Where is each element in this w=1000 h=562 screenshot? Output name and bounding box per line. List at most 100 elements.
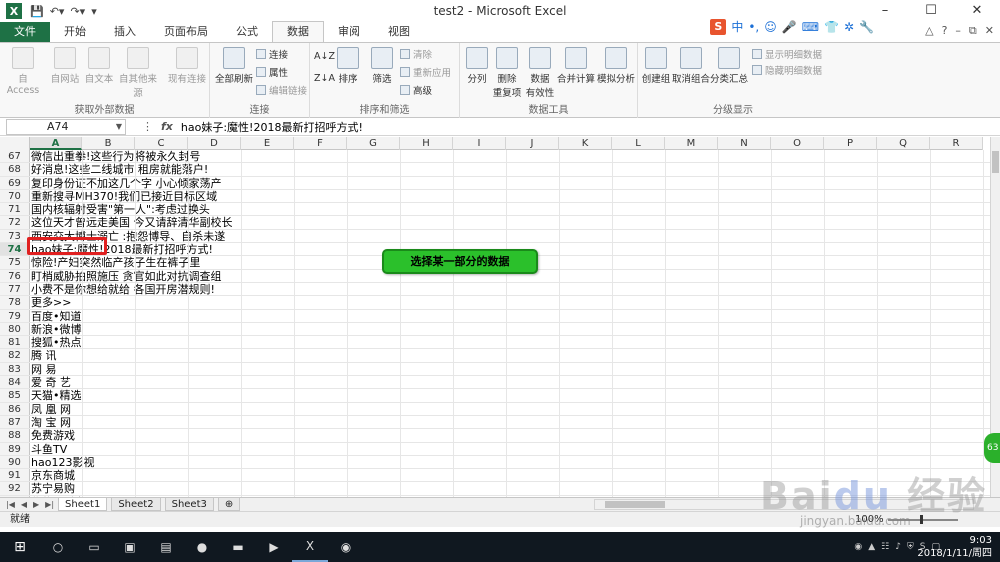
ungroup-button[interactable]: 取消组合 [672,47,710,85]
row-header[interactable]: 75 [0,256,30,269]
column-header-e[interactable]: E [241,137,294,150]
ime-voice-icon[interactable]: 🎤 [782,20,797,34]
filter-button[interactable]: 筛选 [368,47,396,85]
first-sheet-icon[interactable]: |◀ [6,500,15,509]
ime-punct-icon[interactable]: •, [748,20,759,34]
column-header-k[interactable]: K [559,137,612,150]
reapply-button[interactable]: 重新应用 [400,65,451,79]
cell-a[interactable]: 重新搜寻MH370!我们已接近目标区域 [31,190,241,203]
hide-detail-button[interactable]: 隐藏明细数据 [752,63,822,77]
ime-emoji-icon[interactable]: ☺ [764,20,777,34]
row-header[interactable]: 79 [0,309,30,322]
cell-a[interactable]: 斗鱼TV [31,443,241,456]
name-box[interactable]: A74 ▼ [6,118,126,135]
ime-chinese-mode-icon[interactable]: 中 [731,18,743,35]
advanced-filter-button[interactable]: 高级 [400,83,432,97]
tray-wechat-icon[interactable]: ◉ [854,542,862,552]
column-header-b[interactable]: B [82,137,135,150]
column-header-m[interactable]: M [665,137,718,150]
tray-volume-icon[interactable]: ♪ [895,542,901,552]
column-header-r[interactable]: R [930,137,983,150]
media-player-icon[interactable]: ▶ [256,532,292,562]
remove-duplicates-button[interactable]: 删除 重复项 [490,47,524,99]
row-header[interactable]: 84 [0,376,30,389]
sort-button[interactable]: 排序 [334,47,362,85]
task-view-icon[interactable]: ▭ [76,532,112,562]
row-header[interactable]: 70 [0,189,30,203]
row-header[interactable]: 85 [0,389,30,402]
doc-minimize-icon[interactable]: – [955,24,961,38]
next-sheet-icon[interactable]: ▶ [33,500,39,509]
column-header-q[interactable]: Q [877,137,930,150]
insert-function-icon[interactable]: fx [161,120,173,133]
properties-button[interactable]: 属性 [256,65,288,79]
from-web-button[interactable]: 自网站 [50,47,80,85]
row-header[interactable]: 88 [0,429,30,442]
taskbar-clock[interactable]: 9:03 2018/1/11/周四 [917,534,992,560]
column-header-f[interactable]: F [294,137,347,150]
ime-skin-icon[interactable]: 👕 [824,20,839,34]
show-detail-button[interactable]: 显示明细数据 [752,47,822,61]
tab-insert[interactable]: 插入 [100,22,150,42]
refresh-all-button[interactable]: 全部刷新 [214,47,254,85]
side-badge[interactable]: 63 [984,433,1000,463]
collapse-ribbon-icon[interactable]: △ [925,24,933,38]
wechat-icon[interactable]: ◉ [328,532,364,562]
row-header[interactable]: 72 [0,216,30,229]
column-header-j[interactable]: J [506,137,559,150]
row-header[interactable]: 77 [0,282,30,296]
tab-view[interactable]: 视图 [374,22,424,42]
cell-a[interactable]: 百度•知道 [31,310,241,323]
row-header[interactable]: 91 [0,469,30,482]
row-header[interactable]: 67 [0,150,30,163]
maximize-button[interactable]: ☐ [908,0,954,22]
cell-a[interactable]: 好消息!这些二线城市 租房就能落户! [31,163,241,176]
ime-keyboard-icon[interactable]: ⌨ [802,20,819,34]
chevron-down-icon[interactable]: ▼ [116,120,122,134]
from-access-button[interactable]: 自 Access [6,47,40,96]
column-header-h[interactable]: H [400,137,453,150]
tray-network-icon[interactable]: ☷ [881,542,889,552]
row-header[interactable]: 86 [0,402,30,415]
row-header[interactable]: 89 [0,442,30,455]
column-header-l[interactable]: L [612,137,665,150]
customize-qat-icon[interactable]: ▾ [91,5,97,18]
cell-a[interactable]: 新浪•微博 [31,323,241,336]
tab-file[interactable]: 文件 [0,22,50,42]
cell-a[interactable]: 网 易 [31,363,241,376]
clear-button[interactable]: 清除 [400,47,432,61]
sort-descending-button[interactable]: Z↓A [314,73,335,84]
sheet-tab-sheet3[interactable]: Sheet3 [164,498,214,511]
from-other-sources-button[interactable]: 自其他来源 [116,47,160,99]
ime-settings-icon[interactable]: 🔧 [859,20,874,34]
cell-a[interactable]: 搜狐•热点 [31,336,241,349]
search-icon[interactable]: ○ [40,532,76,562]
insert-sheet-icon[interactable]: ⊕ [217,498,241,511]
cell-a[interactable]: 淘 宝 网 [31,416,241,429]
spreadsheet-grid[interactable]: ABCDEFGHIJKLMNOPQR 67 微信出重拳!这些行为将被永久封号 68 好… [0,137,990,497]
app-icon[interactable]: ▤ [148,532,184,562]
save-icon[interactable]: 💾 [30,5,44,18]
from-text-button[interactable]: 自文本 [84,47,114,85]
doc-restore-icon[interactable]: ⧉ [969,24,977,38]
cell-a[interactable]: 苏宁易购 [31,482,241,495]
edit-links-button[interactable]: 编辑链接 [256,83,307,97]
row-header[interactable]: 73 [0,229,30,243]
browser-icon[interactable]: ● [184,532,220,562]
tab-data[interactable]: 数据 [272,21,324,42]
row-header[interactable]: 90 [0,455,30,469]
cell-a[interactable]: 京东商城 [31,469,241,482]
cell-a[interactable]: 复印身份证不加这几个字 小心倾家荡产 [31,177,241,190]
windows-start-icon[interactable]: ⊞ [0,539,40,555]
file-explorer-icon[interactable]: ▬ [220,532,256,562]
doc-close-icon[interactable]: ✕ [985,24,994,38]
what-if-analysis-button[interactable]: 模拟分析 [596,47,636,85]
sogou-ime-icon[interactable]: S [710,18,727,35]
column-header-g[interactable]: G [347,137,400,150]
cell-a[interactable]: hao123影视 [31,456,241,469]
cell-a[interactable]: 微信出重拳!这些行为将被永久封号 [31,150,241,163]
sheet-tab-sheet1[interactable]: Sheet1 [58,498,108,511]
close-button[interactable]: ✕ [954,0,1000,22]
cell-a[interactable]: 凤 凰 网 [31,403,241,416]
tab-home[interactable]: 开始 [50,22,100,42]
